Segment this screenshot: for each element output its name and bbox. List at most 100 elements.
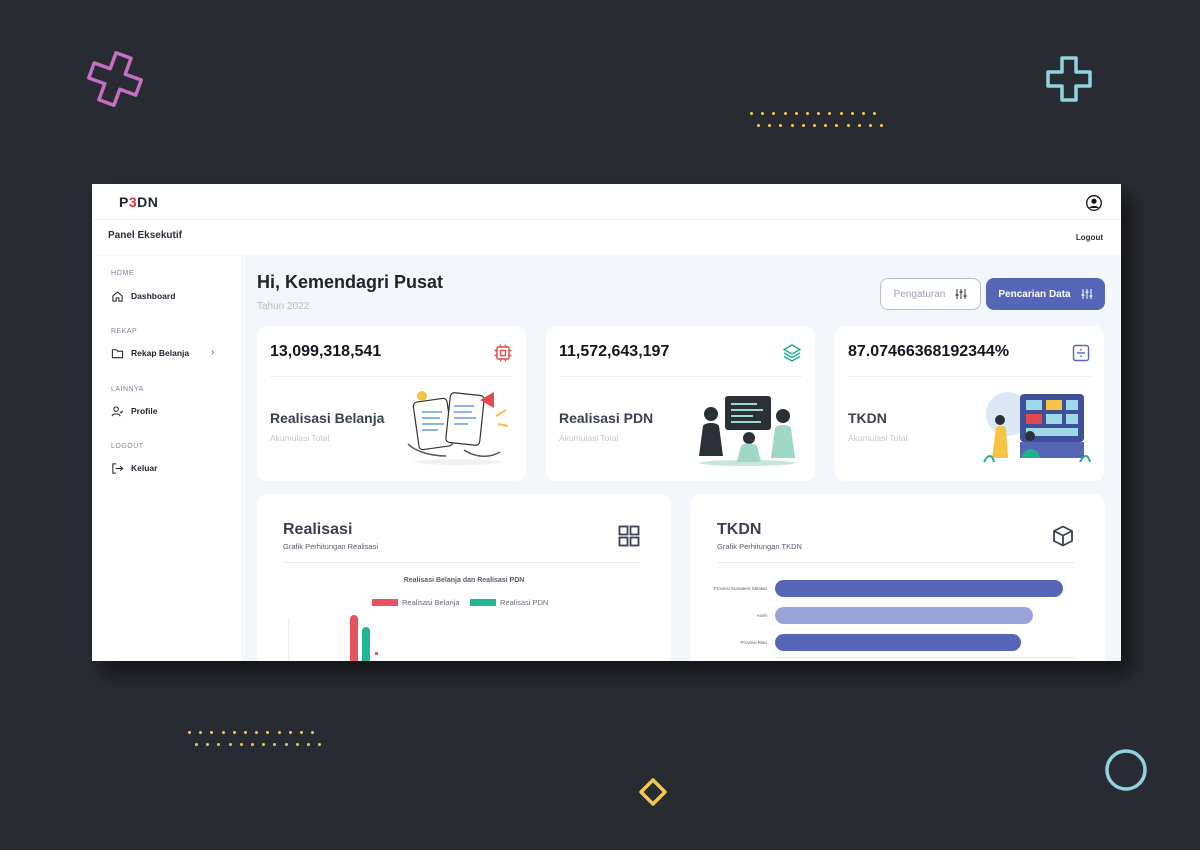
bar-category-label: Provinsi Riau [740, 640, 767, 645]
decoration-dot [217, 743, 221, 746]
decoration-dot [757, 124, 760, 127]
chart-card-tkdn: TKDN Grafik Perhitungan TKDN Provinsi Su… [691, 494, 1105, 661]
decoration-dot [750, 112, 753, 115]
decoration-dot [824, 124, 828, 127]
dots-decoration-top [750, 112, 895, 132]
decoration-dot [277, 731, 281, 734]
stat-subtitle: Akumulasi Total [848, 433, 908, 443]
chart-divider [283, 562, 641, 563]
decoration-dot [857, 124, 861, 127]
year-label: Tahun 2022 [257, 301, 310, 312]
x-axis-gridline [775, 657, 1075, 658]
decoration-dot [206, 743, 210, 746]
sliders-icon [1081, 289, 1093, 299]
decoration-dot [846, 124, 850, 127]
sidebar-section-home: HOME [111, 270, 134, 277]
decoration-dot [835, 124, 839, 127]
sidebar-item-label: Dashboard [131, 291, 176, 301]
bar-chart-title: Realisasi Belanja dan Realisasi PDN [403, 577, 525, 584]
sidebar-section-lainnya: LAINNYA [111, 386, 144, 393]
user-avatar-icon[interactable] [1086, 195, 1102, 211]
app-window: P3DN Panel Eksekutif Logout HOME Dashboa… [92, 184, 1121, 661]
card-divider [270, 376, 513, 377]
sidebar-item-profile[interactable]: Profile [111, 403, 157, 419]
horizontal-bar-chart: Provinsi Sumatera Selatan Aceh Provinsi Ri… [691, 494, 1105, 661]
decoration-dot [300, 731, 303, 734]
bar-realisasi-pdn[interactable] [362, 627, 370, 661]
sidebar-item-label: Rekap Belanja [131, 348, 190, 358]
plus-decoration-pink [87, 51, 143, 107]
decoration-dot [318, 743, 322, 746]
chevron-right-icon: › [211, 347, 215, 358]
decoration-dot [251, 743, 254, 746]
panel-title: Panel Eksekutif [108, 230, 182, 241]
user-check-icon [111, 405, 124, 416]
legend-swatch [470, 599, 496, 606]
circle-decoration [1105, 749, 1147, 791]
decoration-dot [295, 743, 299, 746]
bar-category-label: Provinsi Sumatera Selatan [713, 586, 767, 591]
stat-subtitle: Akumulasi Total [559, 433, 619, 443]
decoration-dot [307, 743, 310, 746]
exit-icon [112, 462, 124, 474]
legend-swatch [372, 599, 398, 606]
panel-header: Panel Eksekutif Logout [92, 221, 1121, 255]
home-icon [112, 291, 123, 302]
realisasi-pdn-illustration [699, 396, 795, 466]
sidebar-item-keluar[interactable]: Keluar [111, 460, 157, 476]
decoration-dot [839, 112, 843, 115]
app-logo[interactable]: P3DN [119, 194, 158, 210]
decoration-dot [880, 124, 884, 127]
sidebar-item-dashboard[interactable]: Dashboard [111, 288, 175, 304]
pengaturan-button[interactable]: Pengaturan [880, 278, 981, 310]
bar-small-marker [375, 652, 378, 655]
card-divider [559, 376, 802, 377]
stat-title: Realisasi Belanja [270, 410, 385, 426]
dots-decoration-bottom [188, 731, 333, 751]
pencarian-data-button[interactable]: Pencarian Data [986, 278, 1105, 310]
decoration-dot [210, 731, 214, 734]
decoration-dot [239, 743, 243, 746]
bar-realisasi-belanja[interactable] [350, 615, 358, 661]
bar-category-label: Aceh [756, 613, 767, 618]
stat-title: TKDN [848, 410, 887, 426]
decoration-dot [794, 112, 798, 115]
sliders-icon [955, 289, 967, 299]
plus-decoration-teal [1046, 56, 1092, 102]
chart-title: Realisasi [283, 521, 353, 538]
decoration-dot [255, 731, 259, 734]
sidebar-item-rekap-belanja[interactable]: Rekap Belanja › [111, 345, 221, 361]
cpu-icon [494, 344, 512, 362]
decoration-dot [244, 731, 247, 734]
chart-card-realisasi: Realisasi Grafik Perhitungan Realisasi R… [257, 494, 671, 661]
logout-button[interactable]: Logout [1076, 233, 1103, 242]
diamond-decoration [639, 778, 667, 806]
decoration-dot [862, 112, 865, 115]
decoration-dot [813, 124, 816, 127]
layers-icon [783, 344, 801, 362]
pencarian-label: Pencarian Data [998, 288, 1071, 300]
decoration-dot [228, 743, 232, 746]
hbar-aceh[interactable] [775, 607, 1033, 624]
grid-icon[interactable] [617, 524, 641, 548]
decoration-dot [284, 743, 288, 746]
card-divider [848, 376, 1091, 377]
main-content: Hi, Kemendagri Pusat Tahun 2022 Pengatur… [244, 256, 1121, 661]
decoration-dot [761, 112, 765, 115]
stat-value: 13,099,318,541 [270, 343, 382, 360]
hbar-provinsi-riau[interactable] [775, 634, 1021, 651]
divide-icon [1072, 344, 1090, 362]
legend-item-realisasi-belanja[interactable]: Realisasi Belanja [372, 598, 460, 607]
hbar-provinsi-sumatera-selatan[interactable] [775, 580, 1063, 597]
stat-subtitle: Akumulasi Total [270, 433, 330, 443]
sidebar-item-label: Keluar [131, 463, 158, 473]
page-title: Hi, Kemendagri Pusat [257, 272, 444, 292]
sidebar-item-label: Profile [131, 406, 158, 416]
decoration-dot [850, 112, 854, 115]
decoration-dot [199, 731, 203, 734]
legend-item-realisasi-pdn[interactable]: Realisasi PDN [470, 598, 548, 607]
stat-value: 87.07466368192344% [848, 343, 1010, 360]
decoration-dot [221, 731, 225, 734]
tkdn-illustration [983, 392, 1091, 463]
decoration-dot [869, 124, 872, 127]
